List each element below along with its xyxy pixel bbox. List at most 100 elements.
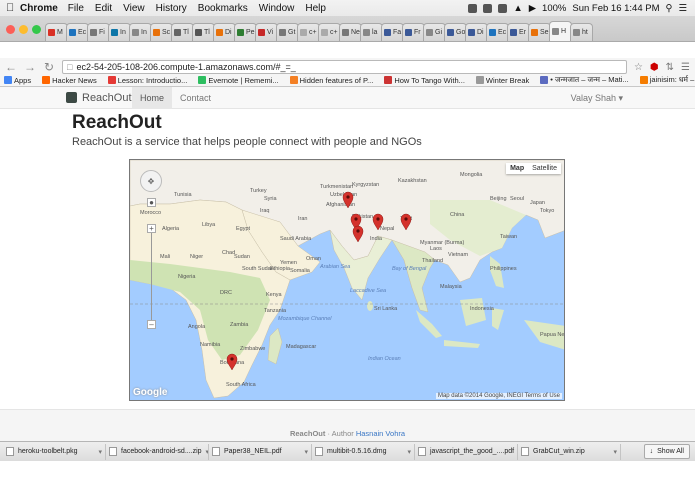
star-icon[interactable]: ☆: [634, 62, 643, 73]
browser-tab[interactable]: la: [360, 23, 383, 41]
map-attribution[interactable]: Map data ©2014 Google, INEGI Terms of Us…: [435, 393, 562, 399]
browser-tab[interactable]: Vi: [255, 23, 278, 41]
browser-tab[interactable]: Tl: [171, 23, 194, 41]
browser-tab[interactable]: c+: [318, 23, 341, 41]
browser-tab[interactable]: Gi: [423, 23, 446, 41]
brand[interactable]: ReachOut: [66, 92, 132, 104]
browser-tab[interactable]: In: [129, 23, 152, 41]
menu-help[interactable]: Help: [305, 3, 326, 14]
street-view-icon[interactable]: ●: [147, 198, 156, 207]
zoom-slider-track[interactable]: [151, 233, 152, 321]
download-options-chevron-icon[interactable]: ▾: [98, 448, 102, 456]
browser-tab[interactable]: Fa: [381, 23, 404, 41]
download-options-chevron-icon[interactable]: ▾: [407, 448, 411, 456]
close-window-button[interactable]: [6, 25, 15, 34]
minimize-window-button[interactable]: [19, 25, 28, 34]
browser-tab[interactable]: Di: [465, 23, 488, 41]
download-item[interactable]: facebook-android-sd....zip ▾: [106, 443, 209, 460]
browser-tab[interactable]: Ne: [339, 23, 362, 41]
browser-tab[interactable]: Gt: [276, 23, 299, 41]
download-options-chevron-icon[interactable]: ▾: [613, 448, 617, 456]
footer-author-link[interactable]: Hasnain Vohra: [356, 429, 405, 438]
evernote-icon[interactable]: [483, 4, 493, 13]
map-type-map[interactable]: Map: [506, 163, 528, 174]
bookmark-favicon-icon: [289, 76, 298, 84]
battery-percent[interactable]: 100%: [542, 3, 566, 14]
tab-label: Pe: [246, 29, 255, 36]
map-type-satellite[interactable]: Satellite: [528, 163, 561, 174]
download-item[interactable]: Paper38_NEIL.pdf ▾: [209, 443, 312, 460]
user-menu[interactable]: Valay Shah ▾: [571, 93, 623, 104]
bookmark-item[interactable]: Winter Break: [475, 76, 529, 85]
browser-tab[interactable]: Pe: [234, 23, 257, 41]
browser-tab[interactable]: Se: [528, 23, 551, 41]
download-item[interactable]: multibit-0.5.16.dmg ▾: [312, 443, 415, 460]
maximize-window-button[interactable]: [32, 25, 41, 34]
zoom-in-button[interactable]: +: [147, 224, 156, 233]
browser-tab[interactable]: H: [549, 21, 572, 41]
map-canvas[interactable]: KazakhstanMongoliaTurkmenistanAfghanista…: [130, 160, 565, 401]
bookmark-item[interactable]: Hacker News: [42, 76, 97, 85]
browser-tab[interactable]: In: [108, 23, 131, 41]
tab-label: Ec: [78, 29, 87, 36]
menu-file[interactable]: File: [68, 3, 84, 14]
clock[interactable]: Sun Feb 16 1:44 PM: [572, 3, 659, 14]
nav-home[interactable]: Home: [132, 86, 173, 109]
menu-edit[interactable]: Edit: [95, 3, 112, 14]
window-controls: [6, 25, 41, 34]
menu-history[interactable]: History: [156, 3, 187, 14]
menu-icon[interactable]: ☰: [681, 62, 690, 73]
browser-tab[interactable]: Ec: [486, 23, 509, 41]
wifi-icon[interactable]: ▲: [513, 3, 522, 14]
tab-favicon-icon: [69, 29, 76, 36]
timemachine-icon[interactable]: [498, 4, 508, 13]
apple-icon[interactable]: : [6, 2, 20, 14]
dropbox-icon[interactable]: [468, 4, 478, 13]
bookmark-item[interactable]: Apps: [4, 76, 31, 85]
download-item[interactable]: javascript_the_good_....pdf▾: [415, 443, 518, 460]
map[interactable]: Kazakhstan Mongolia Turkmenistan Afghanista…: [129, 159, 565, 401]
forward-arrow-icon[interactable]: →: [24, 61, 36, 73]
download-item[interactable]: GrabCut_win.zip ▾: [518, 443, 621, 460]
download-options-chevron-icon[interactable]: ▾: [304, 448, 308, 456]
browser-tab[interactable]: Fi: [87, 23, 110, 41]
show-all-downloads-button[interactable]: ↓ Show All: [643, 444, 690, 459]
bookmark-item[interactable]: Lesson: Introductio...: [107, 76, 187, 85]
extension-icon[interactable]: ⇅: [666, 62, 674, 73]
browser-tab[interactable]: Er: [507, 23, 530, 41]
app-name[interactable]: Chrome: [20, 3, 58, 14]
address-bar[interactable]: □ ec2-54-205-108-206.compute-1.amazonaws…: [62, 60, 627, 74]
bookmark-item[interactable]: • जन्मजात – जन्म – Mati...: [540, 75, 629, 85]
bookmark-item[interactable]: Evernote | Rememi...: [198, 76, 279, 85]
menu-window[interactable]: Window: [259, 3, 295, 14]
back-arrow-icon[interactable]: ←: [5, 61, 17, 73]
map-label: Nepal: [380, 226, 394, 232]
bookmark-item[interactable]: Hidden features of P...: [289, 76, 373, 85]
map-label: Taiwan: [500, 234, 517, 240]
browser-tab[interactable]: ht: [570, 23, 593, 41]
browser-tab[interactable]: Fr: [402, 23, 425, 41]
browser-tab[interactable]: Tl: [192, 23, 215, 41]
bookmark-item[interactable]: jainisim: धर्म – पूजा जि...: [639, 75, 695, 85]
browser-tab[interactable]: Di: [213, 23, 236, 41]
browser-tab[interactable]: Go: [444, 23, 467, 41]
browser-tab[interactable]: c+: [297, 23, 320, 41]
google-logo[interactable]: Google: [133, 387, 167, 398]
pan-control[interactable]: ✥: [140, 170, 162, 192]
show-all-label: Show All: [657, 448, 684, 455]
download-item[interactable]: heroku-toolbelt.pkg ▾: [3, 443, 106, 460]
browser-tab[interactable]: M: [45, 23, 68, 41]
adblock-icon[interactable]: ⬢: [650, 62, 659, 73]
volume-icon[interactable]: ▶: [529, 3, 536, 14]
browser-tab[interactable]: Sc: [150, 23, 173, 41]
zoom-out-button[interactable]: –: [147, 320, 156, 329]
menu-bookmarks[interactable]: Bookmarks: [198, 3, 248, 14]
menu-view[interactable]: View: [123, 3, 145, 14]
notification-center-icon[interactable]: ☰: [678, 3, 687, 14]
browser-tab[interactable]: Ec: [66, 23, 89, 41]
bookmark-item[interactable]: How To Tango With...: [384, 76, 465, 85]
spotlight-icon[interactable]: ⚲: [666, 3, 673, 14]
reload-icon[interactable]: ↻: [43, 61, 55, 73]
nav-contact[interactable]: Contact: [172, 87, 219, 109]
bookmark-label: How To Tango With...: [394, 75, 465, 85]
